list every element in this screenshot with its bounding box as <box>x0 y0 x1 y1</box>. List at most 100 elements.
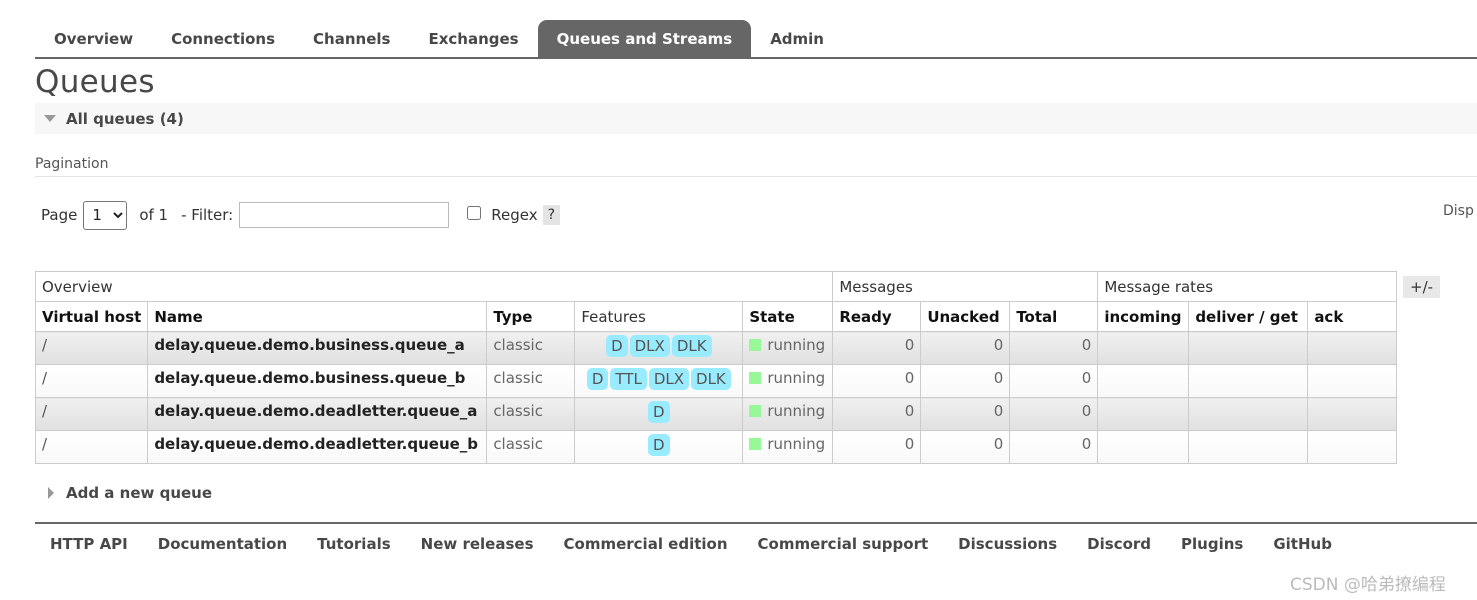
state-label: running <box>767 369 826 387</box>
filter-input[interactable] <box>239 202 450 228</box>
expand-triangle-icon <box>48 487 54 499</box>
cell-total: 0 <box>1009 331 1099 365</box>
footer-link-documentation[interactable]: Documentation <box>158 524 287 564</box>
footer-link-new-releases[interactable]: New releases <box>421 524 534 564</box>
all-queues-section-toggle[interactable]: All queues (4) <box>35 103 1477 134</box>
col-ack[interactable]: ack <box>1307 301 1398 332</box>
queue-name-link[interactable]: delay.queue.demo.deadletter.queue_b <box>147 430 488 464</box>
cell-type: classic <box>486 364 576 398</box>
footer-link-discussions[interactable]: Discussions <box>958 524 1057 564</box>
cell-virtual-host: / <box>34 364 149 398</box>
cell-ready: 0 <box>832 331 922 365</box>
col-deliver-get[interactable]: deliver / get <box>1188 301 1309 332</box>
pagination-controls: Page 1 of 1 - Filter: Regex ? <box>41 200 561 230</box>
cell-features: D DLX DLK <box>574 331 744 365</box>
cell-deliver-get <box>1188 430 1309 464</box>
state-label: running <box>767 435 826 453</box>
state-running-icon <box>749 339 762 351</box>
cell-total: 0 <box>1009 397 1099 431</box>
col-state[interactable]: State <box>742 301 834 332</box>
tab-queues-and-streams[interactable]: Queues and Streams <box>537 20 752 59</box>
feature-tag: DLX <box>648 368 690 390</box>
feature-tag: DLX <box>629 335 670 357</box>
cell-unacked: 0 <box>920 397 1011 431</box>
cell-state: running <box>742 397 834 431</box>
cell-unacked: 0 <box>920 331 1011 365</box>
state-running-icon <box>749 438 762 450</box>
feature-tag: DLK <box>691 368 731 390</box>
cell-incoming <box>1097 364 1190 398</box>
feature-tag: D <box>606 335 628 357</box>
cell-type: classic <box>486 331 576 365</box>
feature-tag: TTL <box>610 368 647 390</box>
cell-unacked: 0 <box>920 430 1011 464</box>
state-running-icon <box>749 405 762 417</box>
queue-name-link[interactable]: delay.queue.demo.business.queue_a <box>147 331 488 365</box>
page-title: Queues <box>35 64 155 100</box>
cell-features: D <box>574 430 744 464</box>
page-label: Page <box>41 206 78 224</box>
table-row: / delay.queue.demo.deadletter.queue_a clas… <box>34 397 1398 431</box>
feature-tag: DLK <box>671 335 712 357</box>
feature-tag: D <box>648 401 670 423</box>
pagination-title: Pagination <box>35 156 1477 177</box>
cell-type: classic <box>486 397 576 431</box>
footer-link-commercial-edition[interactable]: Commercial edition <box>564 524 728 564</box>
main-nav: Overview Connections Channels Exchanges … <box>35 20 1477 59</box>
queue-name-link[interactable]: delay.queue.demo.deadletter.queue_a <box>147 397 488 431</box>
feature-tag: D <box>648 434 670 456</box>
group-header-message-rates: Message rates <box>1097 271 1398 302</box>
footer-link-tutorials[interactable]: Tutorials <box>317 524 390 564</box>
col-type[interactable]: Type <box>486 301 576 332</box>
cell-deliver-get <box>1188 364 1309 398</box>
footer-link-discord[interactable]: Discord <box>1087 524 1151 564</box>
col-name[interactable]: Name <box>147 301 488 332</box>
cell-deliver-get <box>1188 397 1309 431</box>
cell-ack <box>1307 397 1398 431</box>
cell-ack <box>1307 364 1398 398</box>
cell-state: running <box>742 430 834 464</box>
cell-features: D TTL DLX DLK <box>574 364 744 398</box>
state-label: running <box>767 336 826 354</box>
regex-help-button[interactable]: ? <box>542 205 561 225</box>
cell-virtual-host: / <box>34 331 149 365</box>
cell-ready: 0 <box>832 430 922 464</box>
collapse-triangle-icon <box>44 115 56 122</box>
cell-incoming <box>1097 397 1190 431</box>
columns-toggle-button[interactable]: +/- <box>1403 276 1441 298</box>
table-row: / delay.queue.demo.deadletter.queue_b clas… <box>34 430 1398 464</box>
cell-ready: 0 <box>832 364 922 398</box>
page-select[interactable]: 1 <box>83 200 128 230</box>
table-row: / delay.queue.demo.business.queue_b classi… <box>34 364 1398 398</box>
group-header-messages: Messages <box>832 271 1099 302</box>
footer-link-commercial-support[interactable]: Commercial support <box>758 524 929 564</box>
add-queue-section-toggle[interactable]: Add a new queue <box>48 484 212 502</box>
cell-deliver-get <box>1188 331 1309 365</box>
tab-connections[interactable]: Connections <box>152 20 294 59</box>
regex-checkbox[interactable] <box>467 206 482 220</box>
tab-exchanges[interactable]: Exchanges <box>409 20 537 59</box>
cell-virtual-host: / <box>34 430 149 464</box>
cell-total: 0 <box>1009 430 1099 464</box>
group-header-overview: Overview <box>34 271 834 302</box>
tab-channels[interactable]: Channels <box>294 20 409 59</box>
footer-link-github[interactable]: GitHub <box>1273 524 1332 564</box>
cell-type: classic <box>486 430 576 464</box>
footer-link-http-api[interactable]: HTTP API <box>50 524 128 564</box>
footer-link-plugins[interactable]: Plugins <box>1181 524 1243 564</box>
display-options-label[interactable]: Disp <box>1443 203 1474 219</box>
col-virtual-host[interactable]: Virtual host <box>34 301 149 332</box>
cell-ack <box>1307 331 1398 365</box>
col-incoming[interactable]: incoming <box>1097 301 1190 332</box>
add-queue-label: Add a new queue <box>66 484 213 502</box>
state-running-icon <box>749 372 762 384</box>
cell-incoming <box>1097 331 1190 365</box>
tab-admin[interactable]: Admin <box>751 20 843 59</box>
cell-incoming <box>1097 430 1190 464</box>
queue-name-link[interactable]: delay.queue.demo.business.queue_b <box>147 364 488 398</box>
col-ready[interactable]: Ready <box>832 301 922 332</box>
col-total[interactable]: Total <box>1009 301 1099 332</box>
cell-total: 0 <box>1009 364 1099 398</box>
col-unacked[interactable]: Unacked <box>920 301 1011 332</box>
tab-overview[interactable]: Overview <box>35 20 152 59</box>
